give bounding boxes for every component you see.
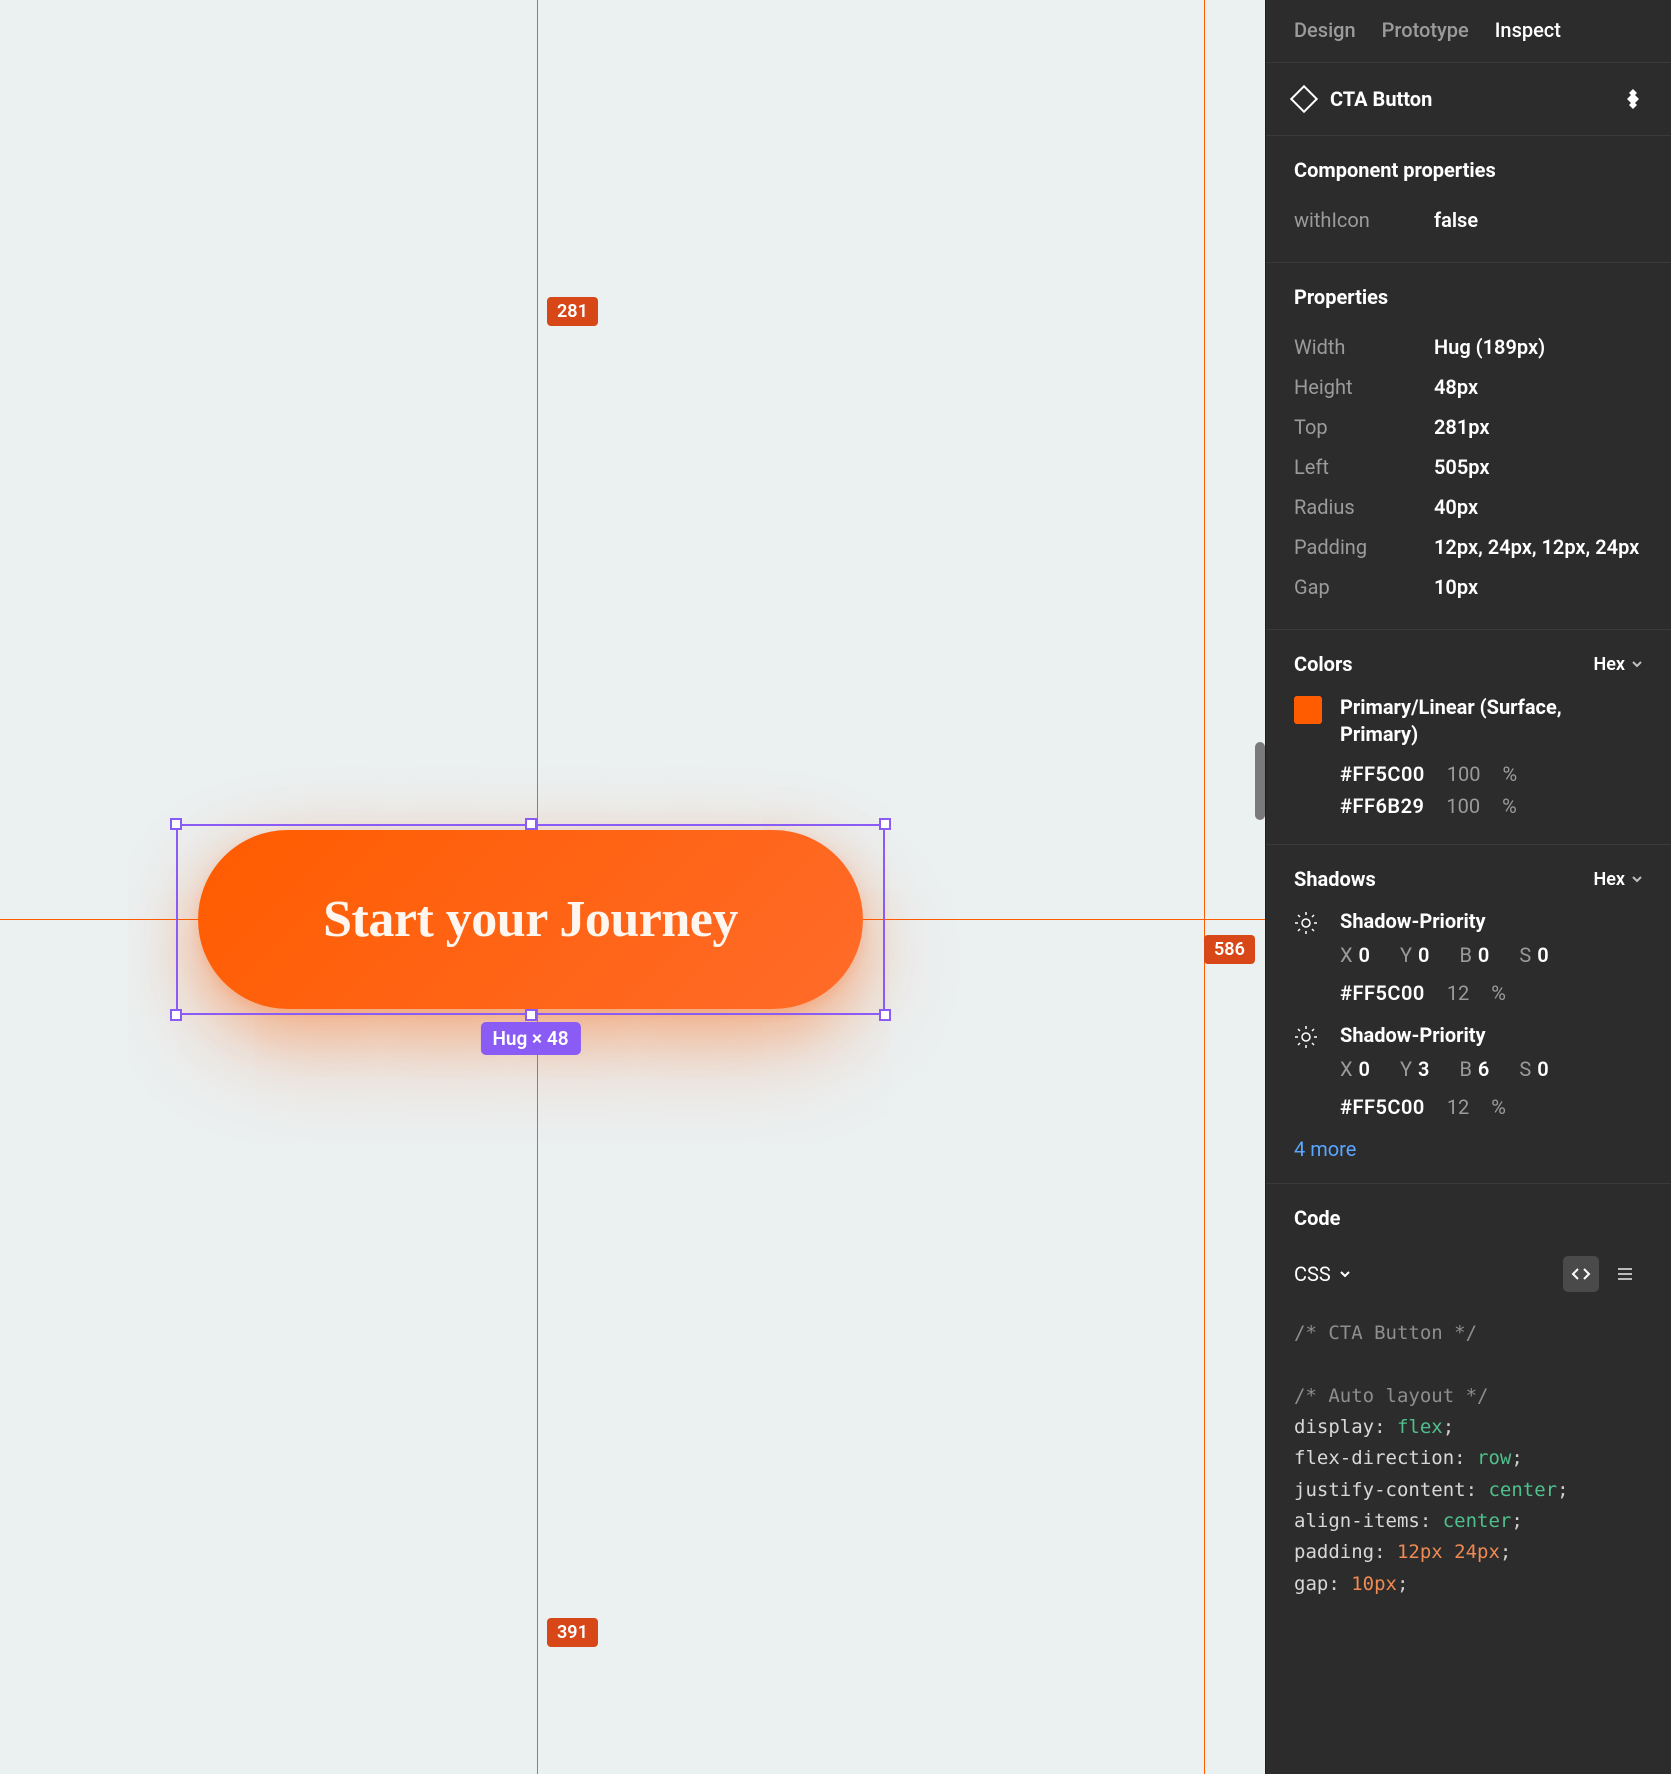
property-key: Height	[1294, 375, 1434, 399]
shadow-xybs: X0Y3B6S0	[1340, 1057, 1643, 1081]
property-row[interactable]: Left505px	[1294, 447, 1643, 487]
chevron-down-icon	[1339, 1268, 1351, 1280]
resize-handle-bl[interactable]	[170, 1009, 182, 1021]
table-view-icon[interactable]	[1607, 1256, 1643, 1292]
panel-scrollbar[interactable]	[1255, 742, 1265, 820]
effect-icon	[1294, 911, 1322, 1009]
section-properties: Properties WidthHug (189px)Height48pxTop…	[1266, 263, 1671, 630]
shadow-item[interactable]: Shadow-Priority X0Y3B6S0 #FF5C0012%	[1294, 1023, 1643, 1123]
color-opacity: 100	[1446, 794, 1480, 818]
color-unit: %	[1502, 794, 1517, 818]
property-value: 48px	[1434, 375, 1643, 399]
property-row[interactable]: Height48px	[1294, 367, 1643, 407]
property-key: Left	[1294, 455, 1434, 479]
selection-size-badge: Hug × 48	[480, 1022, 580, 1055]
color-format-dropdown[interactable]: Hex	[1593, 654, 1643, 675]
code-language-value: CSS	[1294, 1262, 1331, 1286]
panel-tabs: Design Prototype Inspect	[1266, 0, 1671, 63]
distance-badge-top: 281	[547, 297, 598, 326]
property-key: Radius	[1294, 495, 1434, 519]
code-block[interactable]: /* CTA Button */ /* Auto layout */ displ…	[1294, 1318, 1643, 1600]
color-unit: %	[1503, 762, 1518, 786]
property-key: Width	[1294, 335, 1434, 359]
code-language-dropdown[interactable]: CSS	[1294, 1262, 1351, 1286]
color-stop[interactable]: #FF5C00 100%	[1340, 758, 1643, 790]
tab-design[interactable]: Design	[1294, 18, 1356, 42]
shadow-name: Shadow-Priority	[1340, 1023, 1643, 1047]
section-code: Code CSS /* CTA Button */ /* Auto layout…	[1266, 1184, 1671, 1640]
cta-button[interactable]: Start your Journey	[198, 830, 863, 1009]
resize-handle-tl[interactable]	[170, 818, 182, 830]
selection[interactable]: Start your Journey Hug × 48	[176, 824, 885, 1015]
section-shadows: Shadows Hex Shadow-Priority X0Y0B0S0 #FF5C…	[1266, 845, 1671, 1184]
guide-vertical-right	[1204, 0, 1205, 1774]
inspector-panel: Design Prototype Inspect CTA Button Comp…	[1265, 0, 1671, 1774]
color-stop[interactable]: #FF6B29 100%	[1340, 790, 1643, 822]
shadow-color: #FF5C0012%	[1340, 1091, 1643, 1123]
color-hex: #FF6B29	[1340, 794, 1424, 818]
resize-handle-tr[interactable]	[879, 818, 891, 830]
effect-icon	[1294, 1025, 1322, 1123]
property-value: 40px	[1434, 495, 1643, 519]
property-row[interactable]: Gap10px	[1294, 567, 1643, 607]
chevron-down-icon	[1631, 873, 1643, 885]
property-key: Gap	[1294, 575, 1434, 599]
cta-button-label: Start your Journey	[323, 890, 738, 949]
property-value: 12px, 24px, 12px, 24px	[1434, 535, 1643, 559]
section-title: Colors	[1294, 652, 1353, 676]
section-component-properties: Component properties withIconfalse	[1266, 136, 1671, 263]
color-format-value: Hex	[1593, 654, 1625, 675]
component-tree-icon[interactable]	[1623, 89, 1643, 109]
color-swatch	[1294, 696, 1322, 724]
shadow-name: Shadow-Priority	[1340, 909, 1643, 933]
property-row[interactable]: Padding12px, 24px, 12px, 24px	[1294, 527, 1643, 567]
shadow-xybs: X0Y0B0S0	[1340, 943, 1643, 967]
property-key: Top	[1294, 415, 1434, 439]
section-title: Code	[1294, 1206, 1340, 1230]
resize-handle-tm[interactable]	[525, 818, 537, 830]
tab-prototype[interactable]: Prototype	[1382, 18, 1469, 42]
color-opacity: 100	[1447, 762, 1481, 786]
resize-handle-br[interactable]	[879, 1009, 891, 1021]
shadow-item[interactable]: Shadow-Priority X0Y0B0S0 #FF5C0012%	[1294, 909, 1643, 1009]
property-row[interactable]: Radius40px	[1294, 487, 1643, 527]
shadow-color: #FF5C0012%	[1340, 977, 1643, 1009]
shadows-show-more[interactable]: 4 more	[1294, 1137, 1643, 1161]
tab-inspect[interactable]: Inspect	[1495, 18, 1561, 42]
section-title: Component properties	[1294, 158, 1643, 182]
chevron-down-icon	[1631, 658, 1643, 670]
property-row[interactable]: withIconfalse	[1294, 200, 1643, 240]
property-row[interactable]: WidthHug (189px)	[1294, 327, 1643, 367]
resize-handle-bm[interactable]	[525, 1009, 537, 1021]
property-key: Padding	[1294, 535, 1434, 559]
section-title: Shadows	[1294, 867, 1376, 891]
section-title: Properties	[1294, 285, 1643, 309]
property-value: Hug (189px)	[1434, 335, 1643, 359]
distance-badge-bottom: 391	[547, 1618, 598, 1647]
distance-badge-right: 586	[1204, 935, 1255, 964]
property-value: 281px	[1434, 415, 1643, 439]
code-view-icon[interactable]	[1563, 1256, 1599, 1292]
selected-element-name: CTA Button	[1330, 87, 1607, 111]
section-colors: Colors Hex Primary/Linear (Surface, Prim…	[1266, 630, 1671, 845]
design-canvas[interactable]: 281 586 391 Start your Journey Hug × 48	[0, 0, 1265, 1774]
color-hex: #FF5C00	[1340, 762, 1425, 786]
shadow-format-value: Hex	[1593, 869, 1625, 890]
property-row[interactable]: Top281px	[1294, 407, 1643, 447]
property-key: withIcon	[1294, 208, 1434, 232]
property-value: 10px	[1434, 575, 1643, 599]
shadow-format-dropdown[interactable]: Hex	[1593, 869, 1643, 890]
selected-element-header: CTA Button	[1266, 63, 1671, 136]
color-item[interactable]: Primary/Linear (Surface, Primary) #FF5C0…	[1294, 694, 1643, 822]
component-icon	[1290, 85, 1318, 113]
color-style-name: Primary/Linear (Surface, Primary)	[1340, 694, 1643, 748]
property-value: 505px	[1434, 455, 1643, 479]
property-value: false	[1434, 208, 1643, 232]
